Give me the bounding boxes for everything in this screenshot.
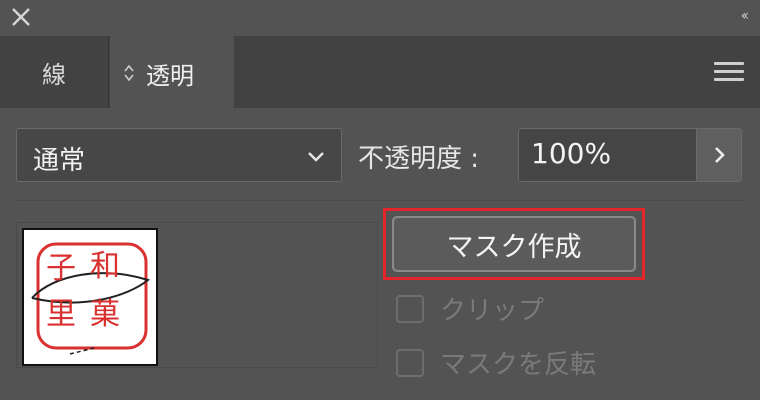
opacity-label: 不透明度 : [358, 144, 480, 174]
opacity-input[interactable]: 100% [518, 128, 696, 182]
hamburger-line [714, 70, 744, 73]
seal-char: 里 [46, 297, 76, 332]
panel-title-bar: ‹‹ [0, 0, 760, 36]
opacity-value: 100% [531, 137, 612, 170]
transparency-panel: ‹‹ 線 透明 通常 不透明度 : 100% 子 和 里 菓 マスク作成 クリッ… [0, 0, 760, 400]
chevron-right-icon [715, 147, 725, 163]
divider [16, 200, 744, 201]
clip-checkbox[interactable] [396, 294, 424, 323]
tab-transparency-label: 透明 [146, 61, 194, 90]
updown-arrows-icon [124, 64, 134, 82]
chevron-down-icon [308, 152, 324, 162]
hamburger-menu-icon [714, 62, 744, 65]
close-icon[interactable] [8, 4, 34, 30]
blend-mode-value: 通常 [33, 146, 86, 176]
clip-option[interactable]: クリップ [396, 290, 544, 327]
invert-mask-option[interactable]: マスクを反転 [396, 344, 596, 381]
seal-char: 和 [90, 249, 120, 284]
clip-label: クリップ [440, 296, 545, 326]
invert-mask-checkbox[interactable] [396, 348, 424, 377]
panel-menu-button[interactable] [714, 62, 744, 84]
blend-mode-dropdown[interactable]: 通常 [16, 128, 342, 182]
collapse-panel-button[interactable]: ‹‹ [741, 8, 749, 24]
opacity-popup-button[interactable] [696, 128, 742, 182]
make-mask-button[interactable]: マスク作成 [392, 216, 636, 272]
seal-char: 子 [46, 251, 76, 286]
hamburger-line [714, 78, 744, 81]
artwork-thumbnail[interactable]: 子 和 里 菓 [22, 228, 158, 366]
make-mask-label: マスク作成 [446, 231, 582, 263]
seal-char: 菓 [90, 297, 120, 332]
tab-bar: 線 透明 [0, 36, 760, 110]
invert-mask-label: マスクを反転 [440, 350, 597, 380]
tab-stroke[interactable]: 線 [0, 36, 109, 108]
tab-stroke-label: 線 [42, 60, 66, 89]
tab-transparency[interactable]: 透明 [110, 36, 234, 110]
